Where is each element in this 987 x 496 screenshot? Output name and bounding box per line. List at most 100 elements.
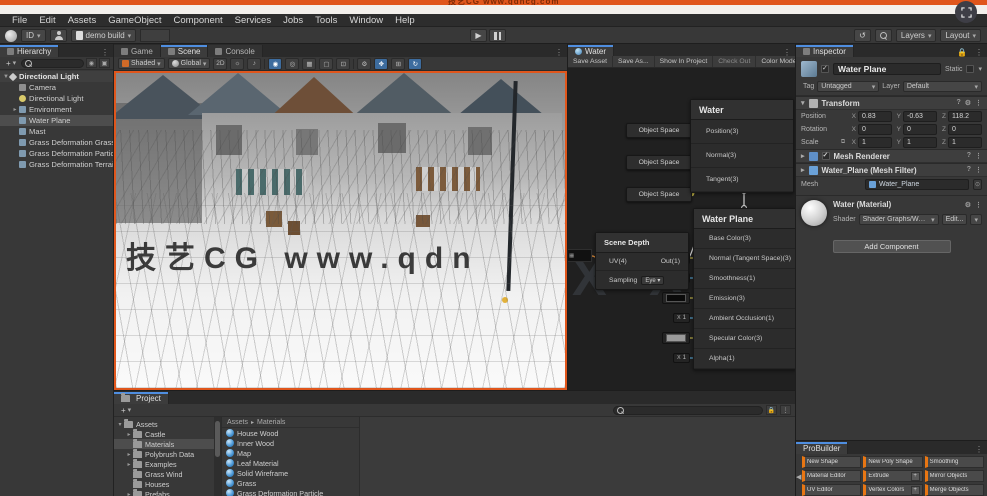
fragment-port[interactable]: Smoothness(1) bbox=[694, 269, 795, 289]
scale-x-field[interactable]: 1 bbox=[858, 137, 892, 148]
gizmo-toggle-icon[interactable]: ✥ bbox=[374, 58, 388, 70]
vertex-port[interactable]: Position(3) bbox=[691, 120, 793, 144]
port-default-chip[interactable]: X1 bbox=[673, 353, 690, 363]
tab-hierarchy[interactable]: Hierarchy bbox=[0, 45, 59, 57]
mesh-renderer-menu-icon[interactable]: ⋮ bbox=[975, 152, 982, 160]
scale-y-field[interactable]: 1 bbox=[903, 137, 937, 148]
menu-gameobject[interactable]: GameObject bbox=[102, 15, 167, 26]
material-asset[interactable]: Map bbox=[222, 448, 359, 458]
probuilder-uv-editor[interactable]: UV Editor bbox=[802, 484, 861, 496]
help-icon[interactable]: ? bbox=[967, 152, 971, 160]
project-menu-icon[interactable]: ⋮ bbox=[780, 405, 791, 415]
project-folder[interactable]: ▸Examples bbox=[114, 459, 214, 469]
audio-toggle-icon[interactable]: ♪ bbox=[247, 58, 261, 70]
cloud-account-icon[interactable] bbox=[50, 29, 67, 42]
pivot-mode-dropdown[interactable]: Global▾ bbox=[168, 58, 211, 69]
probuilder-new-shape[interactable]: New Shape bbox=[802, 456, 861, 468]
probuilder-smoothing[interactable]: Smoothing bbox=[925, 456, 984, 468]
graph-show-in-project[interactable]: Show In Project bbox=[655, 56, 714, 67]
menu-edit[interactable]: Edit bbox=[33, 15, 61, 26]
cutoff-node[interactable]: ▦ bbox=[568, 249, 592, 262]
probuilder-extrude[interactable]: Extrude+ bbox=[863, 470, 922, 482]
frame-icon[interactable]: ▢ bbox=[319, 58, 333, 70]
undo-history-icon[interactable]: ↺ bbox=[854, 29, 871, 42]
static-dropdown-icon[interactable]: ▾ bbox=[978, 65, 982, 73]
shader-edit-button[interactable]: Edit... bbox=[942, 214, 968, 225]
inspector-lock-icon[interactable]: 🔒 bbox=[953, 48, 971, 57]
tab-game[interactable]: Game bbox=[114, 45, 161, 57]
add-component-button[interactable]: Add Component bbox=[833, 240, 951, 253]
hierarchy-item[interactable]: Grass Deformation Terrain bbox=[0, 159, 113, 170]
scene-viewport[interactable]: 技艺CG www.qdn bbox=[114, 71, 567, 390]
effects-toggle-icon[interactable]: ◉ bbox=[268, 58, 282, 70]
port-default-chip[interactable] bbox=[662, 332, 690, 344]
lighting-toggle-icon[interactable]: ☼ bbox=[230, 58, 244, 70]
shader-more-button[interactable]: ▾ bbox=[970, 214, 982, 225]
material-asset[interactable]: Leaf Material bbox=[222, 458, 359, 468]
fragment-port[interactable]: Emission(3) bbox=[694, 289, 795, 309]
grid-toggle-icon[interactable]: ▦ bbox=[302, 58, 316, 70]
project-folder[interactable]: ▸Polybrush Data bbox=[114, 449, 214, 459]
breadcrumb-assets[interactable]: Assets bbox=[227, 419, 248, 426]
probuilder-merge-objects[interactable]: Merge Objects bbox=[925, 484, 984, 496]
fullscreen-icon[interactable] bbox=[955, 1, 977, 23]
build-target-button[interactable]: demo build▾ bbox=[71, 29, 137, 42]
graph-check-out[interactable]: Check Out bbox=[713, 56, 756, 67]
breadcrumb-materials[interactable]: Materials bbox=[257, 419, 285, 426]
fragment-port[interactable]: Specular Color(3) bbox=[694, 329, 795, 349]
layer-dropdown[interactable]: Default▾ bbox=[903, 81, 982, 92]
layers-dropdown[interactable]: Layers▾ bbox=[896, 29, 937, 42]
mesh-object-field[interactable]: Water_Plane bbox=[865, 179, 969, 190]
port-default-chip[interactable]: X1 bbox=[673, 313, 690, 323]
fragment-port[interactable]: Ambient Occlusion(1) bbox=[694, 309, 795, 329]
play-button[interactable]: ▶ bbox=[470, 29, 487, 42]
menu-help[interactable]: Help bbox=[389, 15, 421, 26]
probuilder-options-icon[interactable]: + bbox=[911, 486, 920, 495]
layout-dropdown[interactable]: Layout▾ bbox=[940, 29, 981, 42]
input-node[interactable]: Object Space bbox=[626, 155, 692, 170]
fragment-port[interactable]: Base Color(3) bbox=[694, 229, 795, 249]
menu-tools[interactable]: Tools bbox=[309, 15, 343, 26]
active-checkbox[interactable] bbox=[821, 65, 829, 73]
scale-z-field[interactable]: 1 bbox=[948, 137, 982, 148]
hierarchy-item[interactable]: Directional Light bbox=[0, 93, 113, 104]
material-asset[interactable]: Grass Deformation Particle bbox=[222, 488, 359, 496]
scene-menu-icon[interactable]: ⋮ bbox=[551, 48, 567, 57]
project-folder[interactable]: ▾Assets bbox=[114, 419, 214, 429]
mesh-renderer-header[interactable]: ▸ Mesh Renderer ?⋮ bbox=[796, 149, 987, 163]
menu-jobs[interactable]: Jobs bbox=[277, 15, 309, 26]
project-folder[interactable]: Grass Wind bbox=[114, 469, 214, 479]
hidden-objects-icon[interactable]: ◎ bbox=[285, 58, 299, 70]
vertex-port[interactable]: Normal(3) bbox=[691, 144, 793, 168]
graph-save-as-[interactable]: Save As... bbox=[613, 56, 655, 67]
probuilder-vertex-colors[interactable]: Vertex Colors+ bbox=[863, 484, 922, 496]
project-folder[interactable]: Houses bbox=[114, 479, 214, 489]
probuilder-new-poly-shape[interactable]: New Poly Shape bbox=[863, 456, 922, 468]
mesh-renderer-checkbox[interactable] bbox=[822, 152, 830, 160]
project-folder[interactable]: ▸Castle bbox=[114, 429, 214, 439]
hierarchy-item[interactable]: Grass Deformation Particle bbox=[0, 148, 113, 159]
object-picker-icon[interactable]: ⊙ bbox=[973, 179, 982, 190]
draw-mode-dropdown[interactable]: Shaded▾ bbox=[118, 58, 165, 69]
probuilder-mirror-objects[interactable]: Mirror Objects bbox=[925, 470, 984, 482]
fragment-master-node[interactable]: Water Plane Base Color(3)Normal (Tangent… bbox=[693, 208, 795, 370]
input-node[interactable]: Object Space bbox=[626, 123, 692, 138]
material-asset[interactable]: House Wood bbox=[222, 428, 359, 438]
project-add-button[interactable]: +▾ bbox=[118, 405, 134, 416]
project-folder[interactable]: ▸Prefabs bbox=[114, 489, 214, 496]
hierarchy-item[interactable]: ▸Environment bbox=[0, 104, 113, 115]
hierarchy-item[interactable]: Water Plane bbox=[0, 115, 113, 126]
menu-services[interactable]: Services bbox=[229, 15, 277, 26]
transform-menu-icon[interactable]: ⋮ bbox=[975, 99, 982, 107]
graph-canvas[interactable]: X X b bbox=[568, 68, 795, 390]
preset-icon[interactable]: ⚙ bbox=[965, 99, 971, 107]
help-icon[interactable]: ? bbox=[956, 99, 960, 107]
tab-console[interactable]: Console bbox=[208, 45, 262, 57]
fragment-port[interactable]: Alpha(1) bbox=[694, 349, 795, 369]
sampling-dropdown[interactable]: Eye ▾ bbox=[641, 276, 664, 285]
probuilder-material-editor[interactable]: Material Editor bbox=[802, 470, 861, 482]
2d-toggle-icon[interactable]: 2D bbox=[213, 58, 227, 70]
hierarchy-eye-icon[interactable]: ◉ bbox=[86, 58, 97, 68]
tab-project[interactable]: Project bbox=[114, 392, 169, 404]
tool-settings-icon[interactable]: ⚙ bbox=[357, 58, 371, 70]
